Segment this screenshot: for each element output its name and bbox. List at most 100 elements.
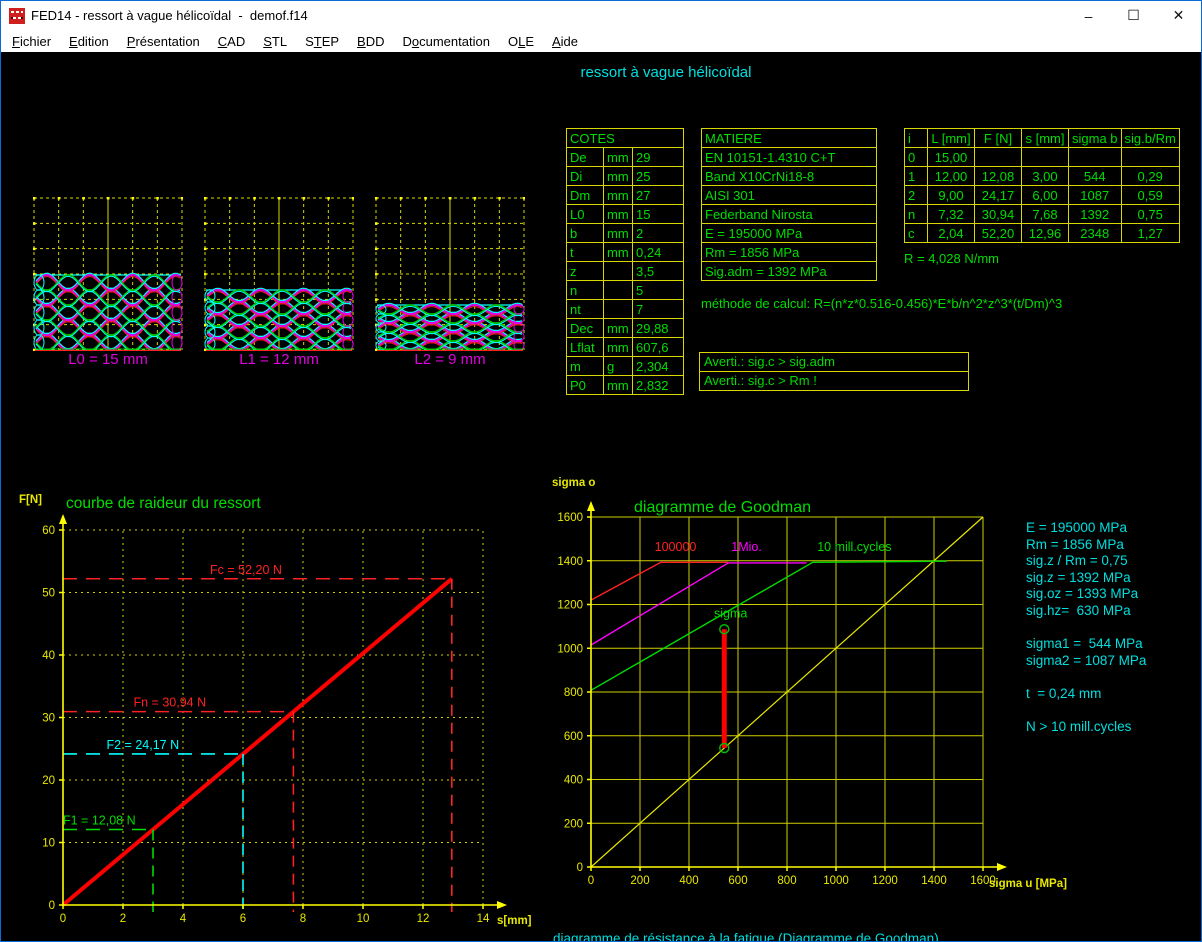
svg-text:1200: 1200	[872, 875, 898, 887]
table-cell: 544	[1069, 167, 1122, 186]
table-cell: 7	[633, 300, 684, 319]
spring-rate-value: R = 4,028 N/mm	[904, 251, 999, 266]
svg-text:4: 4	[180, 913, 187, 925]
table-row: AISI 301	[702, 186, 877, 205]
menu-item-presentation[interactable]: Présentation	[118, 32, 209, 51]
stiffness-curve-chart: Fc = 52,20 NFn = 30,94 NF2 = 24,17 NF1 =…	[11, 478, 541, 940]
minimize-button[interactable]: –	[1066, 1, 1111, 30]
table-cell: Sig.adm = 1392 MPa	[702, 262, 877, 281]
table-cell: 12,00	[928, 167, 975, 186]
window-title: FED14 - ressort à vague hélicoïdal - dem…	[31, 8, 308, 23]
svg-text:10 mill.cycles: 10 mill.cycles	[817, 540, 891, 554]
table-cell: 30,94	[975, 205, 1022, 224]
table-cell: nt	[567, 300, 604, 319]
svg-text:1400: 1400	[921, 875, 947, 887]
table-cell: mm	[604, 167, 633, 186]
table-cell: 607,6	[633, 338, 684, 357]
svg-text:1200: 1200	[557, 600, 583, 612]
table-row: c2,0452,2012,9623481,27	[905, 224, 1180, 243]
table-cell: 15,00	[928, 148, 975, 167]
table-cell: F [N]	[975, 129, 1022, 148]
table-cell: mm	[604, 338, 633, 357]
table-cell: sigma b	[1069, 129, 1122, 148]
menu-item-aide[interactable]: Aide	[543, 32, 587, 51]
app-icon	[9, 8, 25, 24]
svg-text:1000: 1000	[557, 643, 583, 655]
table-cell	[604, 281, 633, 300]
table-cell: Dm	[567, 186, 604, 205]
table-cell: mm	[604, 376, 633, 395]
table-row: Rm = 1856 MPa	[702, 243, 877, 262]
info-spacer	[1026, 669, 1146, 686]
table-cell: MATIERE	[702, 129, 877, 148]
table-cell: 1392	[1069, 205, 1122, 224]
info-line: sig.z = 1392 MPa	[1026, 570, 1146, 587]
table-cell: c	[905, 224, 928, 243]
info-line: sig.hz= 630 MPa	[1026, 603, 1146, 620]
table-row: Lflatmm607,6	[567, 338, 684, 357]
svg-text:400: 400	[679, 875, 698, 887]
table-cell: De	[567, 148, 604, 167]
table-cell: 52,20	[975, 224, 1022, 243]
svg-text:400: 400	[564, 775, 583, 787]
table-cell: 7,32	[928, 205, 975, 224]
table-cell: 9,00	[928, 186, 975, 205]
table-cell	[604, 262, 633, 281]
warning-message-2: Averti.: sig.c > Rm !	[699, 371, 969, 391]
table-row: nt 7	[567, 300, 684, 319]
table-cell	[975, 148, 1022, 167]
close-button[interactable]: ✕	[1156, 1, 1201, 30]
table-cell: 3,5	[633, 262, 684, 281]
menu-item-cad[interactable]: CAD	[209, 32, 254, 51]
svg-text:6: 6	[240, 913, 246, 925]
svg-text:10: 10	[357, 913, 370, 925]
table-cell: 29,88	[633, 319, 684, 338]
title-bar: FED14 - ressort à vague hélicoïdal - dem…	[1, 1, 1201, 30]
spring-length-label-l2: L2 = 9 mm	[375, 351, 525, 368]
table-cell: AISI 301	[702, 186, 877, 205]
table-cell: i	[905, 129, 928, 148]
menu-item-step[interactable]: STEP	[296, 32, 348, 51]
svg-text:1400: 1400	[557, 556, 583, 568]
svg-text:diagramme de Goodman: diagramme de Goodman	[634, 499, 811, 516]
table-cell: 0,24	[633, 243, 684, 262]
table-cell: g	[604, 357, 633, 376]
table-row: bmm2	[567, 224, 684, 243]
menu-hotkey: T	[314, 34, 322, 49]
svg-text:2: 2	[120, 913, 126, 925]
table-cell: E = 195000 MPa	[702, 224, 877, 243]
table-cell: L [mm]	[928, 129, 975, 148]
menu-item-edition[interactable]: Edition	[60, 32, 118, 51]
table-cell: Federband Nirosta	[702, 205, 877, 224]
table-row: E = 195000 MPa	[702, 224, 877, 243]
svg-text:0: 0	[577, 862, 583, 874]
table-cell: mm	[604, 205, 633, 224]
table-cell: P0	[567, 376, 604, 395]
table-row: Demm29	[567, 148, 684, 167]
table-row: Decmm29,88	[567, 319, 684, 338]
maximize-button[interactable]: ☐	[1111, 1, 1156, 30]
svg-text:F[N]: F[N]	[19, 494, 42, 506]
table-row: MATIERE	[702, 129, 877, 148]
table-cell: 0,75	[1121, 205, 1179, 224]
menu-item-ole[interactable]: OLE	[499, 32, 543, 51]
menu-item-documentation[interactable]: Documentation	[394, 32, 499, 51]
report-canvas: ressort à vague hélicoïdal L0 = 15 mm L1…	[1, 52, 1201, 941]
info-line: E = 195000 MPa	[1026, 520, 1146, 537]
table-row: L0mm15	[567, 205, 684, 224]
svg-text:0: 0	[588, 875, 594, 887]
table-cell: 15	[633, 205, 684, 224]
table-cell: 27	[633, 186, 684, 205]
svg-text:200: 200	[564, 818, 583, 830]
warning-panel: Averti.: sig.c > sig.adm Averti.: sig.c …	[699, 352, 969, 391]
menu-item-stl[interactable]: STL	[254, 32, 296, 51]
table-cell: 6,00	[1022, 186, 1069, 205]
svg-text:0: 0	[60, 913, 66, 925]
svg-text:12: 12	[417, 913, 430, 925]
menu-item-bdd[interactable]: BDD	[348, 32, 393, 51]
menu-item-fichier[interactable]: Fichier	[3, 32, 60, 51]
table-cell: 1	[905, 167, 928, 186]
table-cell: 5	[633, 281, 684, 300]
table-cell: mm	[604, 243, 633, 262]
table-row: Band X10CrNi18-8	[702, 167, 877, 186]
